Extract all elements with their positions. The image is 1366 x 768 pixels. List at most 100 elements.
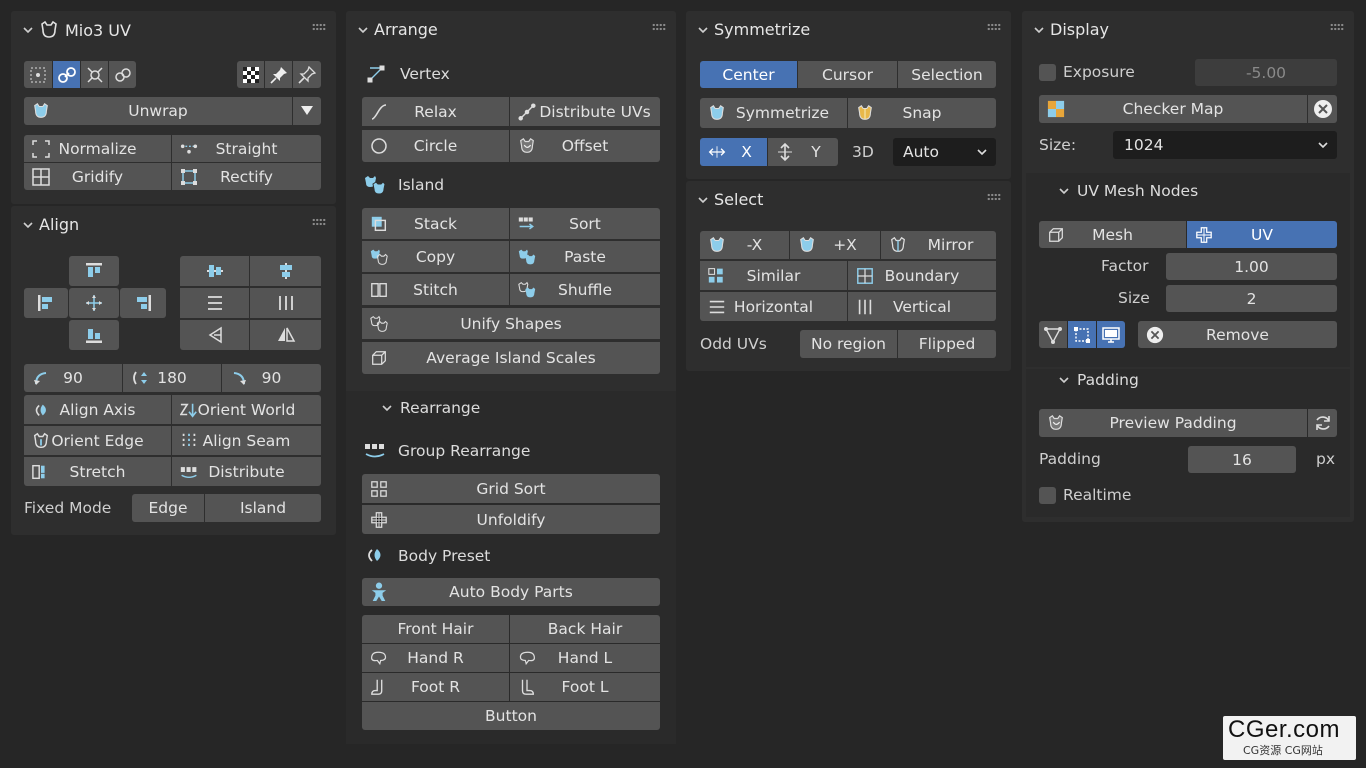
- uv-mesh-nodes-header[interactable]: UV Mesh Nodes: [1059, 182, 1198, 200]
- unify-shapes-button[interactable]: Unify Shapes: [362, 308, 660, 339]
- drag-grip-icon[interactable]: [312, 218, 326, 226]
- gridify-button[interactable]: Gridify: [24, 163, 171, 190]
- back-hair-button[interactable]: Back Hair: [510, 615, 660, 643]
- factor-field[interactable]: 1.00: [1166, 253, 1337, 280]
- align-left-button[interactable]: [24, 288, 68, 318]
- axis-x-toggle[interactable]: X: [700, 138, 767, 166]
- paste-button[interactable]: Paste: [510, 241, 660, 272]
- normalize-button[interactable]: Normalize: [24, 135, 171, 162]
- rotate-ccw-90-button[interactable]: 90: [24, 364, 122, 392]
- distribute-rows-button[interactable]: [180, 288, 249, 318]
- sort-button[interactable]: Sort: [510, 208, 660, 239]
- foot-l-button[interactable]: Foot L: [510, 673, 660, 701]
- stretch-button[interactable]: Stretch: [24, 457, 171, 486]
- align-axis-button[interactable]: Align Axis: [24, 395, 171, 424]
- align-header[interactable]: Align: [11, 206, 336, 242]
- fixed-mode-edge-button[interactable]: Edge: [132, 494, 204, 522]
- orient-world-button[interactable]: Orient World: [172, 395, 321, 424]
- align-center-v-button[interactable]: [180, 256, 249, 286]
- select-boundary-button[interactable]: Boundary: [848, 261, 996, 290]
- edge-select-mode-button[interactable]: [53, 61, 80, 88]
- axis-y-toggle[interactable]: Y: [768, 138, 838, 166]
- drag-grip-icon[interactable]: [987, 193, 1001, 201]
- flip-v-button[interactable]: [180, 320, 249, 350]
- cursor-tab[interactable]: Cursor: [798, 61, 897, 88]
- flip-h-button[interactable]: [250, 320, 321, 350]
- select-neg-x-button[interactable]: -X: [700, 231, 789, 259]
- stitch-button[interactable]: Stitch: [362, 274, 509, 305]
- checker-map-button[interactable]: Checker Map: [1039, 95, 1307, 123]
- snap-button[interactable]: Snap: [848, 98, 996, 128]
- checker-map-clear-button[interactable]: [1308, 95, 1337, 123]
- distribute-cols-button[interactable]: [250, 288, 321, 318]
- rotate-180-button[interactable]: 180: [123, 364, 221, 392]
- drag-grip-icon[interactable]: [652, 23, 666, 31]
- remove-button[interactable]: Remove: [1138, 321, 1337, 348]
- padding-field[interactable]: 16: [1188, 446, 1296, 473]
- no-region-button[interactable]: No region: [800, 330, 897, 358]
- unfoldify-button[interactable]: Unfoldify: [362, 505, 660, 534]
- foot-r-button[interactable]: Foot R: [362, 673, 509, 701]
- exposure-checkbox[interactable]: [1039, 64, 1056, 81]
- padding-header[interactable]: Padding: [1059, 371, 1139, 389]
- drag-grip-icon[interactable]: [312, 23, 326, 31]
- face-select-mode-button[interactable]: [81, 61, 108, 88]
- auto-dropdown[interactable]: Auto: [893, 138, 996, 166]
- select-mirror-button[interactable]: Mirror: [881, 231, 996, 259]
- mesh-tab[interactable]: Mesh: [1039, 221, 1186, 248]
- straight-button[interactable]: Straight: [172, 135, 321, 162]
- fixed-mode-island-button[interactable]: Island: [205, 494, 321, 522]
- select-similar-button[interactable]: Similar: [700, 261, 847, 290]
- hand-l-button[interactable]: Hand L: [510, 644, 660, 672]
- offset-button[interactable]: Offset: [510, 130, 660, 162]
- align-seam-button[interactable]: Align Seam: [172, 426, 321, 455]
- island-select-mode-button[interactable]: [109, 61, 136, 88]
- mio3-uv-header[interactable]: Mio3 UV: [11, 11, 336, 47]
- uv-tab[interactable]: UV: [1187, 221, 1337, 248]
- drag-grip-icon[interactable]: [987, 23, 1001, 31]
- shuffle-button[interactable]: Shuffle: [510, 274, 660, 305]
- copy-button[interactable]: Copy: [362, 241, 509, 272]
- rectify-button[interactable]: Rectify: [172, 163, 321, 190]
- select-horizontal-button[interactable]: Horizontal: [700, 292, 847, 321]
- rearrange-header[interactable]: Rearrange: [382, 399, 480, 417]
- screen-display-toggle[interactable]: [1097, 321, 1125, 348]
- distribute-button[interactable]: Distribute: [172, 457, 321, 486]
- grid-sort-button[interactable]: Grid Sort: [362, 474, 660, 503]
- orient-edge-button[interactable]: Orient Edge: [24, 426, 171, 455]
- pin-button[interactable]: [265, 61, 292, 88]
- selection-tab[interactable]: Selection: [898, 61, 996, 88]
- display-header[interactable]: Display: [1022, 11, 1354, 47]
- refresh-padding-button[interactable]: [1308, 409, 1337, 437]
- unwrap-dropdown-button[interactable]: [293, 97, 321, 125]
- edge-display-toggle[interactable]: [1068, 321, 1096, 348]
- realtime-checkbox[interactable]: [1039, 487, 1056, 504]
- align-right-button[interactable]: [120, 288, 166, 318]
- vertex-display-toggle[interactable]: [1039, 321, 1067, 348]
- exposure-field[interactable]: -5.00: [1195, 59, 1337, 86]
- unwrap-button[interactable]: Unwrap: [24, 97, 292, 125]
- rotate-cw-90-button[interactable]: 90: [222, 364, 321, 392]
- vertex-select-mode-button[interactable]: [24, 61, 52, 88]
- auto-body-parts-button[interactable]: Auto Body Parts: [362, 578, 660, 606]
- select-vertical-button[interactable]: Vertical: [848, 292, 996, 321]
- checker-toggle-button[interactable]: [237, 61, 264, 88]
- preview-padding-button[interactable]: Preview Padding: [1039, 409, 1307, 437]
- unpin-button[interactable]: [293, 61, 321, 88]
- align-bottom-button[interactable]: [69, 320, 119, 350]
- flipped-button[interactable]: Flipped: [898, 330, 996, 358]
- align-center-button[interactable]: [69, 288, 119, 318]
- circle-button[interactable]: Circle: [362, 130, 509, 162]
- front-hair-button[interactable]: Front Hair: [362, 615, 509, 643]
- distribute-uvs-button[interactable]: Distribute UVs: [510, 97, 660, 126]
- node-size-field[interactable]: 2: [1166, 285, 1337, 312]
- symmetrize-header[interactable]: Symmetrize: [686, 11, 1011, 47]
- relax-button[interactable]: Relax: [362, 97, 509, 126]
- drag-grip-icon[interactable]: [1330, 23, 1344, 31]
- align-top-button[interactable]: [69, 256, 119, 286]
- hand-r-button[interactable]: Hand R: [362, 644, 509, 672]
- generic-button[interactable]: Button: [362, 702, 660, 730]
- size-dropdown[interactable]: 1024: [1113, 131, 1337, 159]
- symmetrize-button[interactable]: Symmetrize: [700, 98, 847, 128]
- select-pos-x-button[interactable]: +X: [790, 231, 880, 259]
